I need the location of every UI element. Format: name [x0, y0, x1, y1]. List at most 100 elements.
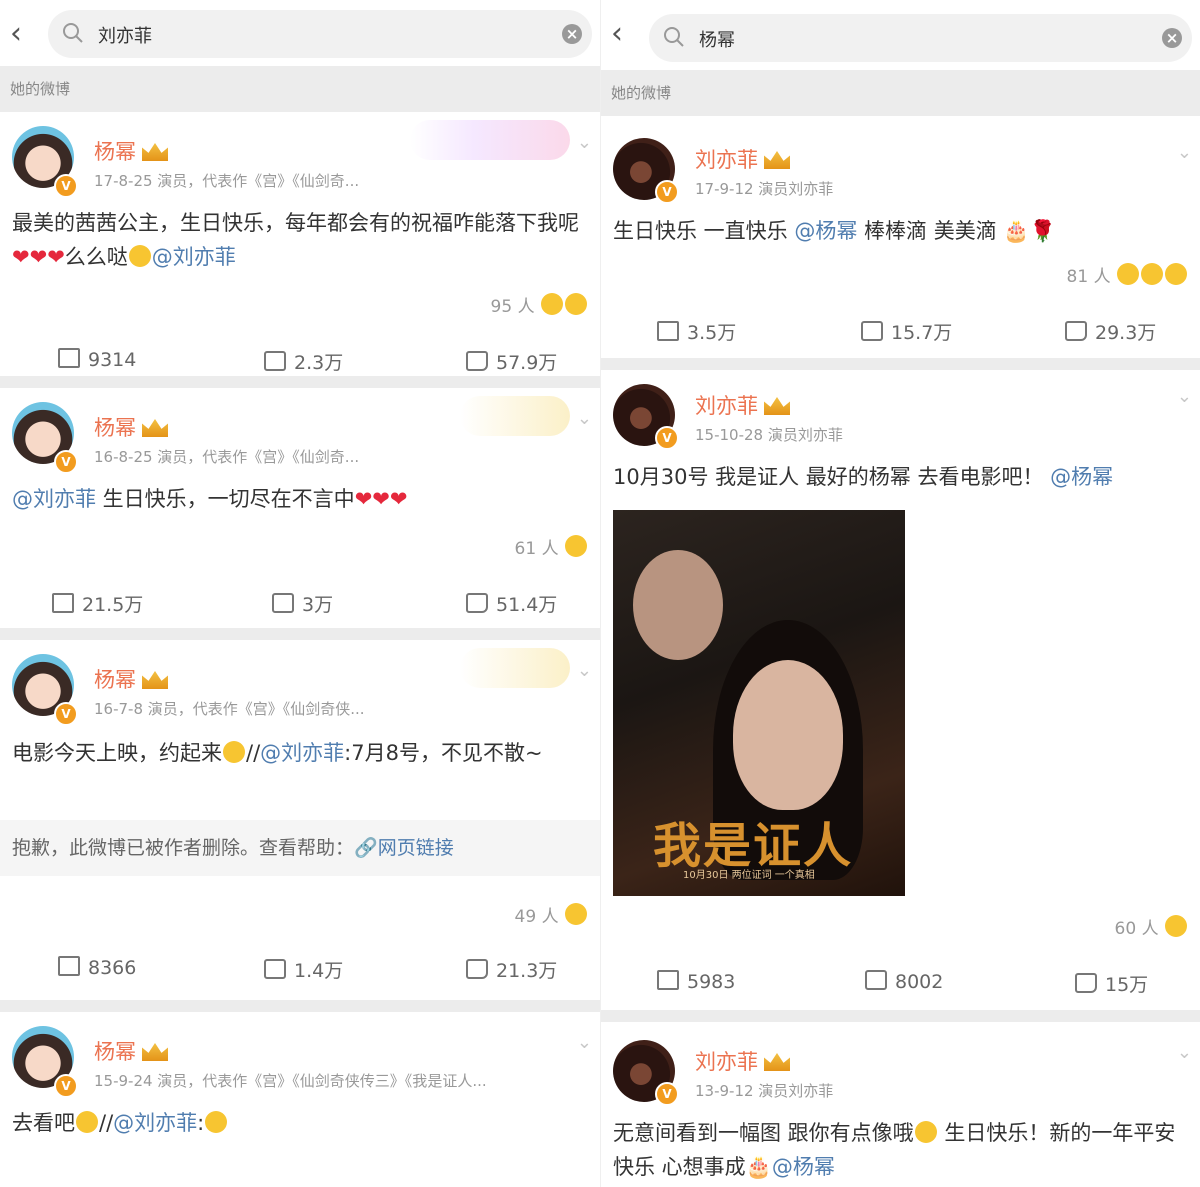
comment-icon	[264, 959, 286, 979]
mention-link[interactable]: @杨幂	[1050, 465, 1113, 489]
action-bar: 21.5万 3万 51.4万	[0, 590, 600, 620]
post-meta: 16-7-8 演员，代表作《宫》《仙剑奇侠...	[94, 700, 365, 718]
clear-icon[interactable]: ×	[1162, 28, 1182, 48]
comment-icon	[861, 321, 883, 341]
post-meta: 17-9-12 演员刘亦菲	[695, 180, 834, 198]
likes-summary[interactable]: 81 人	[1067, 262, 1188, 287]
vip-crown-icon	[764, 397, 790, 415]
repost-button[interactable]: 5983	[657, 970, 735, 993]
thumbs-up-icon	[466, 593, 488, 613]
emoji-icon	[1117, 263, 1139, 285]
author-name[interactable]: 杨幂	[94, 412, 168, 442]
comment-icon	[272, 593, 294, 613]
action-bar: 8366 1.4万 21.3万	[0, 956, 600, 986]
thumbs-up-icon	[466, 959, 488, 979]
post-meta: 15-10-28 演员刘亦菲	[695, 426, 843, 444]
chevron-down-icon[interactable]: ⌄	[577, 1032, 592, 1053]
mention-link[interactable]: @刘亦菲	[113, 1111, 197, 1135]
web-link[interactable]: 🔗网页链接	[354, 837, 454, 859]
rose-icon: 🌹	[1029, 219, 1056, 243]
chevron-down-icon[interactable]: ⌄	[577, 660, 592, 681]
likes-summary[interactable]: 49 人	[515, 902, 588, 927]
like-button[interactable]: 29.3万	[1065, 318, 1156, 345]
like-button[interactable]: 21.3万	[466, 956, 557, 983]
weibo-post: V 杨幂 16-7-8 演员，代表作《宫》《仙剑奇侠... ⌄ 电影今天上映，约…	[0, 640, 600, 1012]
mention-link[interactable]: @刘亦菲	[12, 487, 96, 511]
author-name[interactable]: 杨幂	[94, 1036, 168, 1066]
comment-button[interactable]: 2.3万	[264, 348, 343, 375]
search-bar[interactable]: 杨幂 ×	[649, 14, 1192, 62]
author-name[interactable]: 刘亦菲	[695, 1046, 790, 1076]
like-button[interactable]: 15万	[1075, 970, 1148, 997]
repost-button[interactable]: 21.5万	[52, 590, 143, 617]
search-icon	[664, 27, 684, 47]
vip-crown-icon	[142, 143, 168, 161]
repost-button[interactable]: 3.5万	[657, 318, 736, 345]
verified-badge-icon: V	[655, 1082, 679, 1106]
poster-subtitle: 10月30日 两位证词 一个真相	[683, 870, 815, 881]
repost-icon	[52, 593, 74, 613]
card-decoration-icon	[460, 648, 570, 688]
author-name[interactable]: 杨幂	[94, 664, 168, 694]
card-decoration-icon	[410, 120, 570, 160]
mention-link[interactable]: @杨幂	[772, 1155, 835, 1179]
back-icon[interactable]: ‹	[10, 19, 22, 49]
repost-button[interactable]: 9314	[58, 348, 136, 371]
search-bar[interactable]: 刘亦菲 ×	[48, 10, 592, 58]
mention-link[interactable]: @杨幂	[794, 219, 857, 243]
mention-link[interactable]: @刘亦菲	[260, 741, 344, 765]
vip-crown-icon	[764, 151, 790, 169]
section-label: 她的微博	[601, 70, 1200, 116]
comment-button[interactable]: 15.7万	[861, 318, 952, 345]
verified-badge-icon: V	[54, 174, 78, 198]
author-name[interactable]: 杨幂	[94, 136, 168, 166]
likes-summary[interactable]: 60 人	[1115, 914, 1188, 939]
movie-poster-image[interactable]: 我是证人 10月30日 两位证词 一个真相	[613, 510, 905, 896]
thumbs-up-icon	[1075, 973, 1097, 993]
clear-icon[interactable]: ×	[562, 24, 582, 44]
chevron-down-icon[interactable]: ⌄	[1177, 142, 1192, 163]
chevron-down-icon[interactable]: ⌄	[1177, 386, 1192, 407]
thumbs-up-icon	[466, 351, 488, 371]
emoji-icon	[1141, 263, 1163, 285]
left-panel: ‹ 刘亦菲 × 她的微博 V 杨幂 17-8-25 演员，代表作《宫》《仙剑奇.…	[0, 0, 600, 1187]
chevron-down-icon[interactable]: ⌄	[577, 408, 592, 429]
cake-icon: 🎂	[1003, 219, 1030, 243]
weibo-post: V 杨幂 16-8-25 演员，代表作《宫》《仙剑奇... ⌄ @刘亦菲 生日快…	[0, 388, 600, 640]
emoji-icon	[541, 293, 563, 315]
heart-icon: ❤❤❤	[354, 487, 408, 511]
post-text: 无意间看到一幅图 跟你有点像哦 生日快乐！新的一年平安 快乐 心想事成🎂@杨幂	[613, 1121, 1176, 1179]
verified-badge-icon: V	[54, 1074, 78, 1098]
chevron-down-icon[interactable]: ⌄	[1177, 1042, 1192, 1063]
emoji-icon	[565, 535, 587, 557]
search-input[interactable]: 杨幂	[699, 26, 735, 52]
like-button[interactable]: 51.4万	[466, 590, 557, 617]
post-meta: 15-9-24 演员，代表作《宫》《仙剑奇侠传三》《我是证人...	[94, 1072, 487, 1090]
search-input[interactable]: 刘亦菲	[98, 22, 152, 48]
section-label: 她的微博	[0, 66, 600, 112]
action-bar: 5983 8002 15万	[601, 970, 1200, 1000]
heart-icon: ❤❤❤	[12, 245, 65, 269]
mention-link[interactable]: @刘亦菲	[152, 245, 236, 269]
post-meta: 17-8-25 演员，代表作《宫》《仙剑奇...	[94, 172, 360, 190]
vip-crown-icon	[142, 671, 168, 689]
author-name[interactable]: 刘亦菲	[695, 390, 790, 420]
repost-button[interactable]: 8366	[58, 956, 136, 979]
chevron-down-icon[interactable]: ⌄	[577, 132, 592, 153]
comment-button[interactable]: 3万	[272, 590, 333, 617]
comment-button[interactable]: 8002	[865, 970, 943, 993]
like-button[interactable]: 57.9万	[466, 348, 557, 375]
cake-icon: 🎂	[745, 1155, 772, 1179]
action-bar: 3.5万 15.7万 29.3万	[601, 318, 1200, 348]
likes-summary[interactable]: 61 人	[515, 534, 588, 559]
author-name[interactable]: 刘亦菲	[695, 144, 790, 174]
vip-crown-icon	[142, 1043, 168, 1061]
verified-badge-icon: V	[655, 180, 679, 204]
likes-summary[interactable]: 95 人	[491, 292, 588, 317]
emoji-icon	[1165, 915, 1187, 937]
back-icon[interactable]: ‹	[611, 19, 623, 49]
comment-button[interactable]: 1.4万	[264, 956, 343, 983]
thumbs-up-icon	[1065, 321, 1087, 341]
verified-badge-icon: V	[54, 450, 78, 474]
weibo-post: V 杨幂 17-8-25 演员，代表作《宫》《仙剑奇... ⌄ 最美的茜茜公主，…	[0, 112, 600, 388]
